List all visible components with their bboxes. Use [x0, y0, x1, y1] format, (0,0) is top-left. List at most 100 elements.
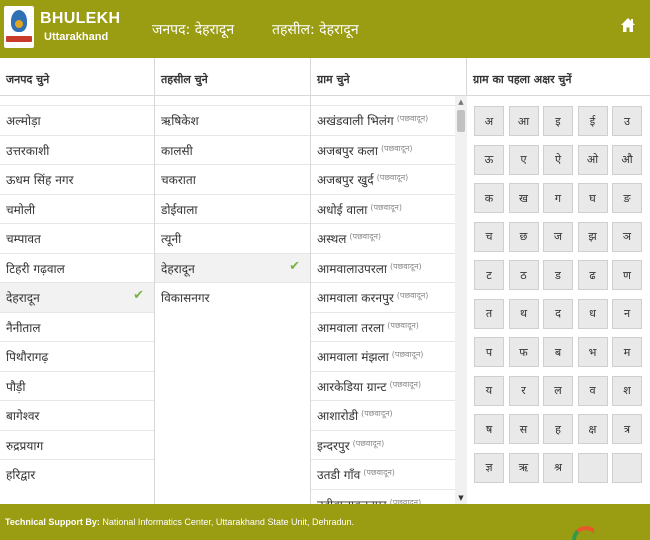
letter-button[interactable]: ह [543, 414, 573, 444]
village-list-item[interactable]: अस्थल (पछवादून) [311, 223, 455, 253]
village-list-item[interactable]: आशारोडी (पछवादून) [311, 400, 455, 430]
letter-button[interactable]: ष [474, 414, 504, 444]
district-list-item[interactable]: अल्मोड़ा [0, 105, 154, 135]
letter-button[interactable]: ध [577, 298, 608, 329]
letter-button[interactable]: औ [612, 144, 642, 175]
uttarakhand-emblem-logo [4, 6, 34, 48]
letter-button[interactable]: ज [543, 221, 573, 252]
letter-button[interactable]: ज्ञ [474, 452, 504, 483]
letter-button[interactable]: क्ष [577, 414, 608, 444]
district-list-item[interactable]: चमोली [0, 193, 154, 224]
letter-button[interactable]: ठ [508, 260, 539, 290]
tehsil-list-item[interactable]: त्यूनी [155, 223, 310, 253]
letter-button[interactable]: ए [508, 144, 539, 175]
village-list-item[interactable]: उदीवालाकरनपुर(पछवादून) [311, 488, 455, 504]
letter-button[interactable]: ण [612, 260, 642, 290]
selected-district-label: जनपद: देहरादून [152, 22, 235, 38]
letter-button[interactable]: ल [543, 375, 573, 406]
village-item-district: (पछवादून) [390, 261, 422, 271]
letter-button[interactable]: ङ [612, 183, 642, 213]
village-item-district: (पछवादून) [387, 320, 419, 330]
village-list-item[interactable]: अखंडवाली भिलंग (पछवादून) [311, 105, 455, 135]
letter-button[interactable]: द [543, 298, 573, 329]
district-list-item[interactable]: नैनीताल [0, 311, 154, 342]
letter-button[interactable]: श [612, 375, 642, 406]
letter-button[interactable]: उ [612, 106, 642, 136]
home-icon[interactable] [620, 17, 636, 33]
letter-button[interactable]: न [612, 298, 642, 329]
letter-button[interactable]: त्र [612, 414, 642, 444]
scroll-down-arrow-icon[interactable]: ▼ [455, 492, 467, 504]
tehsil-list-item[interactable]: चकराता [155, 164, 310, 194]
tehsil-list-item-label: कालसी [161, 143, 193, 158]
district-list-item[interactable]: उत्तरकाशी [0, 134, 154, 165]
letter-button[interactable]: आ [508, 106, 539, 136]
letter-button[interactable]: घ [577, 183, 608, 213]
letter-button[interactable]: ञ [612, 221, 642, 252]
tehsil-list-item[interactable]: विकासनगर [155, 282, 310, 312]
letter-button[interactable]: छ [508, 221, 539, 252]
tehsil-list-item[interactable]: देहरादून ✔ [155, 252, 310, 282]
letter-button[interactable]: इ [543, 106, 573, 136]
village-list-item[interactable]: आरकेडिया ग्रान्ट (पछवादून) [311, 370, 455, 401]
village-list-item[interactable]: अजबपुर खुर्द (पछवादून) [311, 164, 455, 194]
letter-button[interactable]: क [474, 183, 504, 213]
letter-button[interactable]: ट [474, 260, 504, 290]
letter-button[interactable]: थ [508, 298, 539, 329]
village-list-item-label: आरकेडिया ग्रान्ट [317, 379, 387, 394]
village-list-item[interactable]: उतडी गाँव (पछवादून) [311, 459, 455, 489]
letter-button[interactable]: अ [474, 106, 504, 136]
letter-button[interactable]: य [474, 375, 504, 406]
village-list-item[interactable]: अधोई वाला (पछवादून) [311, 193, 455, 224]
village-list-item[interactable]: आमवाला तरला (पछवादून) [311, 311, 455, 342]
village-list-item-label: अजबपुर कला [317, 143, 378, 158]
tehsil-list-item[interactable]: डोईवाला [155, 193, 310, 224]
letter-button[interactable]: श्र [543, 452, 573, 483]
letter-button[interactable]: ऋ [508, 452, 539, 483]
letter-button[interactable]: ख [508, 183, 539, 213]
scroll-up-arrow-icon[interactable]: ▲ [455, 96, 467, 108]
district-list-item[interactable]: हरिद्वार [0, 459, 154, 489]
village-list-item[interactable]: आमवाला मंझला (पछवादून) [311, 341, 455, 371]
district-list-item[interactable]: देहरादून ✔ [0, 282, 154, 312]
tehsil-list-column: ऋषिकेश कालसी चकराता डोईवाला त्यूनी देहरादून ✔ व… [155, 96, 311, 504]
letter-button[interactable]: व [577, 375, 608, 406]
district-list-item[interactable]: रुद्रप्रयाग [0, 429, 154, 460]
letter-button[interactable]: झ [577, 221, 608, 252]
village-list-item[interactable]: अजबपुर कला (पछवादून) [311, 134, 455, 165]
village-column-header: ग्राम चुने [311, 58, 467, 96]
village-list-scrollbar[interactable]: ▲ ▼ [455, 96, 467, 504]
letter-button[interactable]: ऐ [543, 144, 573, 175]
brand-subtitle: Uttarakhand [44, 31, 109, 43]
letter-button[interactable]: ओ [577, 144, 608, 175]
letter-button[interactable]: त [474, 298, 504, 329]
tehsil-list-item[interactable]: ऋषिकेश [155, 105, 310, 135]
village-list-item[interactable]: आमवालाउपरला (पछवादून) [311, 252, 455, 283]
district-list-item[interactable]: टिहरी गढ़वाल [0, 252, 154, 283]
letter-button[interactable]: स [508, 414, 539, 444]
letter-button[interactable]: म [612, 337, 642, 367]
village-list-item[interactable]: इन्दरपुर (पछवादून) [311, 429, 455, 460]
letter-button[interactable]: फ [508, 337, 539, 367]
district-list-item[interactable]: ऊधम सिंह नगर [0, 164, 154, 194]
scroll-thumb[interactable] [457, 110, 465, 132]
district-list-item[interactable]: बागेश्वर [0, 400, 154, 430]
district-list-item[interactable]: चम्पावत [0, 223, 154, 253]
village-list-item[interactable]: आमवाला करनपुर (पछवादून) [311, 282, 455, 312]
letter-button[interactable]: ड [543, 260, 573, 290]
letter-button[interactable]: ई [577, 106, 608, 136]
letter-button[interactable]: ढ [577, 260, 608, 290]
letter-button[interactable]: प [474, 337, 504, 367]
letter-button[interactable]: ऊ [474, 144, 504, 175]
letter-button[interactable]: च [474, 221, 504, 252]
district-list-item[interactable]: पौड़ी [0, 370, 154, 401]
letter-button[interactable]: ग [543, 183, 573, 213]
district-list-item-label: हरिद्वार [6, 468, 36, 482]
tehsil-list-item[interactable]: कालसी [155, 134, 310, 165]
district-list-item[interactable]: पिथौरागढ़ [0, 341, 154, 371]
letter-button[interactable]: भ [577, 337, 608, 367]
village-list-item-label: आमवाला तरला [317, 320, 385, 335]
letter-button[interactable]: र [508, 375, 539, 406]
letter-button[interactable]: ब [543, 337, 573, 367]
check-icon: ✔ [289, 258, 300, 274]
